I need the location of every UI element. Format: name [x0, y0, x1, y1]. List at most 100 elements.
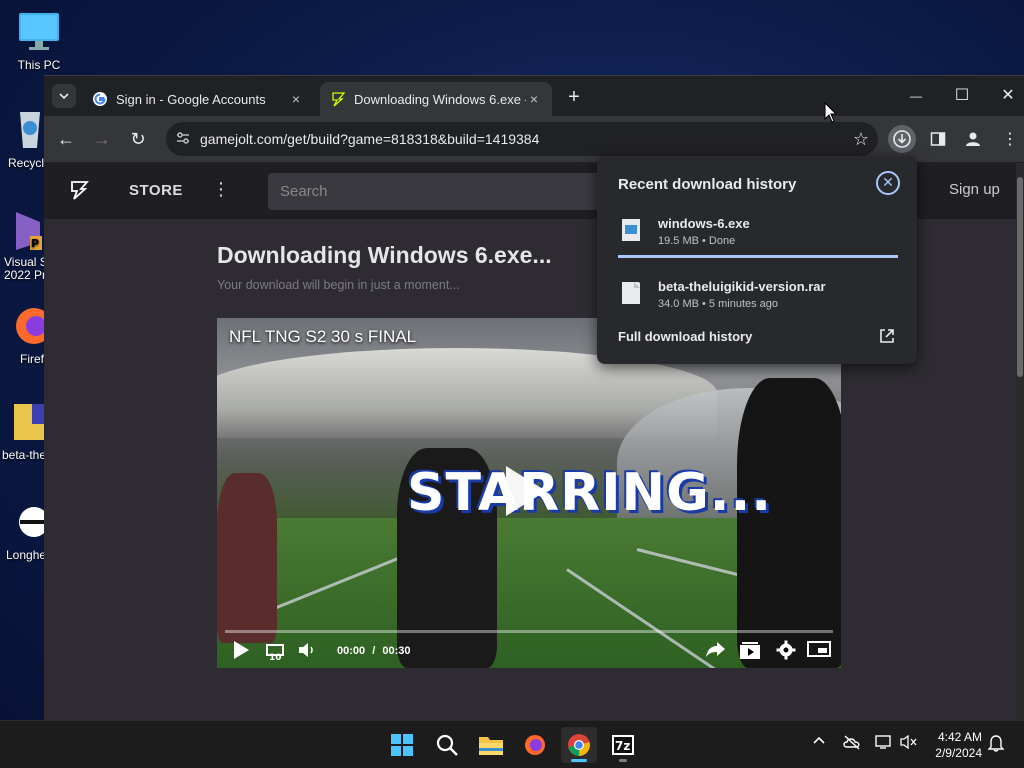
signup-link[interactable]: Sign up [949, 181, 1000, 198]
video-player[interactable]: NFL TNG S2 30 s FINAL STARRING... 10 00:… [217, 318, 841, 668]
visual-studio-icon: P [0, 208, 44, 252]
rewind-10-icon[interactable]: 10 [263, 640, 287, 664]
forward-button[interactable]: → [90, 127, 114, 151]
close-window-button[interactable]: ✕ [986, 82, 1024, 110]
chevron-up-icon [813, 736, 825, 744]
desktop-icon-label: Longhe [6, 548, 44, 562]
store-link[interactable]: STORE [129, 182, 183, 199]
windows-logo-icon [391, 734, 413, 756]
tab-downloading[interactable]: Downloading Windows 6.exe - × [320, 82, 552, 116]
desktop-icon-visual-studio[interactable]: P Visual S 2022 Pr [0, 208, 44, 282]
desktop-icon-label: This PC [17, 58, 61, 72]
tab-close-button[interactable]: × [526, 91, 542, 107]
new-tab-button[interactable]: + [562, 86, 586, 110]
7zip-icon: 7z [612, 735, 634, 755]
site-search-input[interactable]: Search [268, 173, 608, 210]
side-panel-icon [930, 132, 946, 146]
page-title: Downloading Windows 6.exe... [217, 242, 552, 268]
reload-button[interactable]: ↻ [126, 127, 150, 151]
system-clock[interactable]: 4:42 AM 2/9/2024 [930, 729, 982, 761]
more-menu-icon[interactable]: ⋮ [212, 179, 230, 200]
share-icon[interactable] [705, 640, 727, 664]
taskbar-file-explorer[interactable] [473, 727, 509, 763]
address-bar[interactable]: gamejolt.com/get/build?game=818318&build… [166, 122, 878, 156]
site-info-icon[interactable] [166, 131, 200, 148]
page-scrollbar[interactable] [1016, 163, 1024, 721]
minimize-button[interactable]: — [894, 82, 938, 110]
desktop-icon-longhorn[interactable]: Longhe [0, 500, 49, 562]
desktop-icon-label: Firef [20, 352, 44, 366]
download-history-bubble: Recent download history ✕ windows-6.exe … [597, 156, 917, 364]
search-icon [436, 734, 458, 756]
svg-text:10: 10 [269, 653, 282, 662]
tab-title: Downloading Windows 6.exe - [354, 91, 526, 107]
file-icon [622, 282, 640, 304]
side-panel-button[interactable] [924, 125, 952, 153]
full-download-history-link[interactable]: Full download history [618, 329, 752, 344]
open-external-icon[interactable] [879, 328, 895, 347]
network-icon[interactable] [874, 734, 894, 753]
taskbar-7zip[interactable]: 7z [605, 727, 641, 763]
gamejolt-icon [332, 92, 346, 107]
active-app-indicator [571, 759, 587, 762]
taskbar-chrome[interactable] [561, 727, 597, 763]
bookmark-star-icon[interactable]: ☆ [844, 129, 878, 150]
archive-file-icon [0, 400, 44, 444]
play-overlay-icon[interactable] [506, 466, 546, 516]
watch-later-icon[interactable] [739, 640, 761, 664]
longhorn-icon [0, 500, 49, 544]
svg-text:7z: 7z [615, 739, 630, 753]
tab-search-button[interactable] [52, 84, 76, 108]
volume-icon[interactable] [297, 640, 317, 664]
taskbar: 7z 4:42 AM 2/9/2024 [0, 720, 1024, 768]
folder-icon [479, 737, 503, 755]
mouse-cursor-icon [824, 102, 838, 123]
onedrive-icon[interactable] [842, 734, 862, 753]
volume-muted-icon[interactable] [900, 734, 918, 753]
taskbar-firefox[interactable] [517, 727, 553, 763]
start-button[interactable] [384, 727, 420, 763]
camera-rig-figure [737, 378, 841, 668]
desktop-icon-recycle-bin[interactable]: Recycl [0, 108, 44, 170]
desktop-icon-label: Visual S 2022 Pr [4, 256, 44, 282]
play-icon[interactable] [231, 640, 251, 664]
search-button[interactable] [429, 727, 465, 763]
fullscreen-icon[interactable] [807, 640, 831, 664]
video-overlay-text: STARRING... [407, 463, 773, 523]
downloads-button[interactable] [888, 125, 916, 153]
google-icon [93, 92, 107, 106]
show-hidden-icons-button[interactable] [812, 734, 826, 751]
notification-bell-icon[interactable] [987, 734, 1005, 755]
time-separator: / [372, 645, 376, 657]
download-file-meta: 19.5 MB • Done [658, 235, 736, 247]
recycle-bin-icon [0, 108, 44, 152]
time-current: 00:00 [337, 645, 366, 657]
monitor-icon [17, 10, 61, 54]
download-item[interactable]: beta-theluigikid-version.rar 34.0 MB • 5… [618, 279, 898, 319]
maximize-button[interactable]: ☐ [940, 82, 984, 110]
download-file-name: beta-theluigikid-version.rar [658, 279, 826, 294]
tab-google-sign-in[interactable]: Sign in - Google Accounts × [82, 82, 314, 116]
page-subtitle: Your download will begin in just a momen… [217, 278, 460, 292]
back-button[interactable]: ← [54, 127, 78, 151]
scrollbar-thumb[interactable] [1017, 177, 1023, 377]
tab-close-button[interactable]: × [288, 91, 304, 107]
desktop-icon-firefox[interactable]: Firef [0, 304, 52, 366]
download-item[interactable]: windows-6.exe 19.5 MB • Done [618, 216, 898, 256]
profile-button[interactable] [959, 125, 987, 153]
gamejolt-logo-icon[interactable] [68, 179, 90, 201]
chevron-down-icon [59, 93, 69, 100]
download-progress-divider [618, 255, 898, 258]
desktop-icon-this-pc[interactable]: This PC [0, 10, 78, 72]
firefox-icon [0, 304, 52, 348]
chrome-menu-button[interactable]: ⋮ [996, 125, 1024, 153]
video-time: 00:00 / 00:30 [337, 645, 410, 657]
desktop-icon-beta-file[interactable]: beta-the [0, 400, 44, 462]
firefox-icon [525, 735, 545, 755]
settings-gear-icon[interactable] [775, 640, 797, 664]
desktop-icon-label: beta-the [2, 448, 44, 462]
video-progress-bar[interactable] [225, 630, 833, 633]
close-bubble-icon[interactable]: ✕ [876, 171, 900, 195]
url-text: gamejolt.com/get/build?game=818318&build… [200, 131, 540, 147]
tab-strip: Sign in - Google Accounts × Downloading … [44, 76, 1024, 116]
